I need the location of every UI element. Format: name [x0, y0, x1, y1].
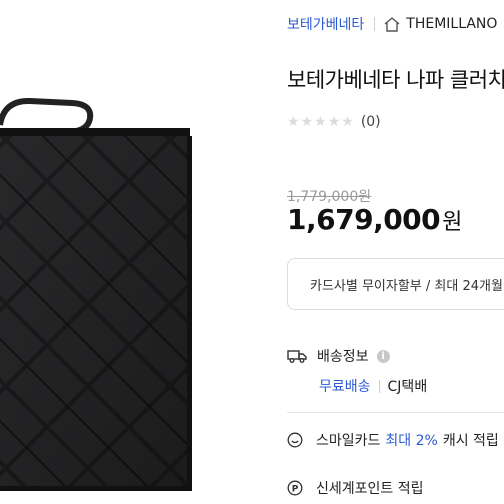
product-image[interactable] [0, 0, 262, 504]
carrier-name: CJ택배 [387, 379, 428, 395]
clutch-bag-illustration [0, 97, 192, 491]
shipping-detail: 무료배송 CJ택배 [319, 376, 427, 396]
installment-text: 카드사별 무이자할부 / 최대 24개월 [310, 279, 503, 294]
shipping-label: 배송정보 [317, 349, 369, 365]
smile-icon [287, 432, 303, 448]
smile-card-rate: 최대 2% [385, 433, 438, 449]
sale-price-unit: 원 [442, 210, 462, 235]
review-count: (0) [360, 114, 381, 130]
star-icon: ★ [341, 114, 354, 130]
product-info-panel: 보테가베네타 THEMILLANO 보테가베네타 나파 클러치 ★ ★ ★ ★ ★ (0… [287, 0, 504, 504]
breadcrumb: 보테가베네타 THEMILLANO [287, 14, 497, 34]
installment-info-box[interactable]: 카드사별 무이자할부 / 최대 24개월 [287, 258, 504, 310]
smile-card-suffix: 캐시 적립 [442, 433, 499, 449]
section-divider [287, 412, 504, 413]
store-link[interactable]: THEMILLANO [384, 16, 497, 32]
point-icon: P [287, 480, 303, 496]
brand-link[interactable]: 보테가베네타 [287, 14, 364, 34]
svg-text:P: P [292, 485, 299, 495]
star-icon: ★ [287, 114, 300, 130]
delivery-truck-icon [287, 350, 307, 363]
rating[interactable]: ★ ★ ★ ★ ★ (0) [287, 114, 381, 130]
star-icon: ★ [300, 114, 314, 130]
store-name: THEMILLANO [406, 16, 498, 32]
free-shipping: 무료배송 [319, 379, 371, 395]
shipping-info: 배송정보 i [287, 346, 390, 366]
shinsegae-point[interactable]: P 신세계포인트 적립 [287, 478, 424, 498]
sale-price: 1,679,000원 [287, 203, 462, 236]
rating-stars: ★ ★ ★ ★ ★ [287, 114, 355, 130]
smile-card-benefit[interactable]: 스마일카드 최대 2% 캐시 적립 [287, 430, 499, 450]
point-label: 신세계포인트 적립 [316, 481, 424, 497]
info-icon[interactable]: i [376, 349, 390, 363]
smile-card-prefix: 스마일카드 [316, 433, 381, 449]
star-icon: ★ [327, 114, 341, 130]
breadcrumb-divider [374, 17, 376, 31]
product-title: 보테가베네타 나파 클러치 [287, 68, 504, 92]
star-icon: ★ [314, 114, 327, 130]
shipping-divider [378, 379, 380, 393]
sale-price-value: 1,679,000 [287, 203, 441, 236]
home-icon [384, 16, 400, 32]
